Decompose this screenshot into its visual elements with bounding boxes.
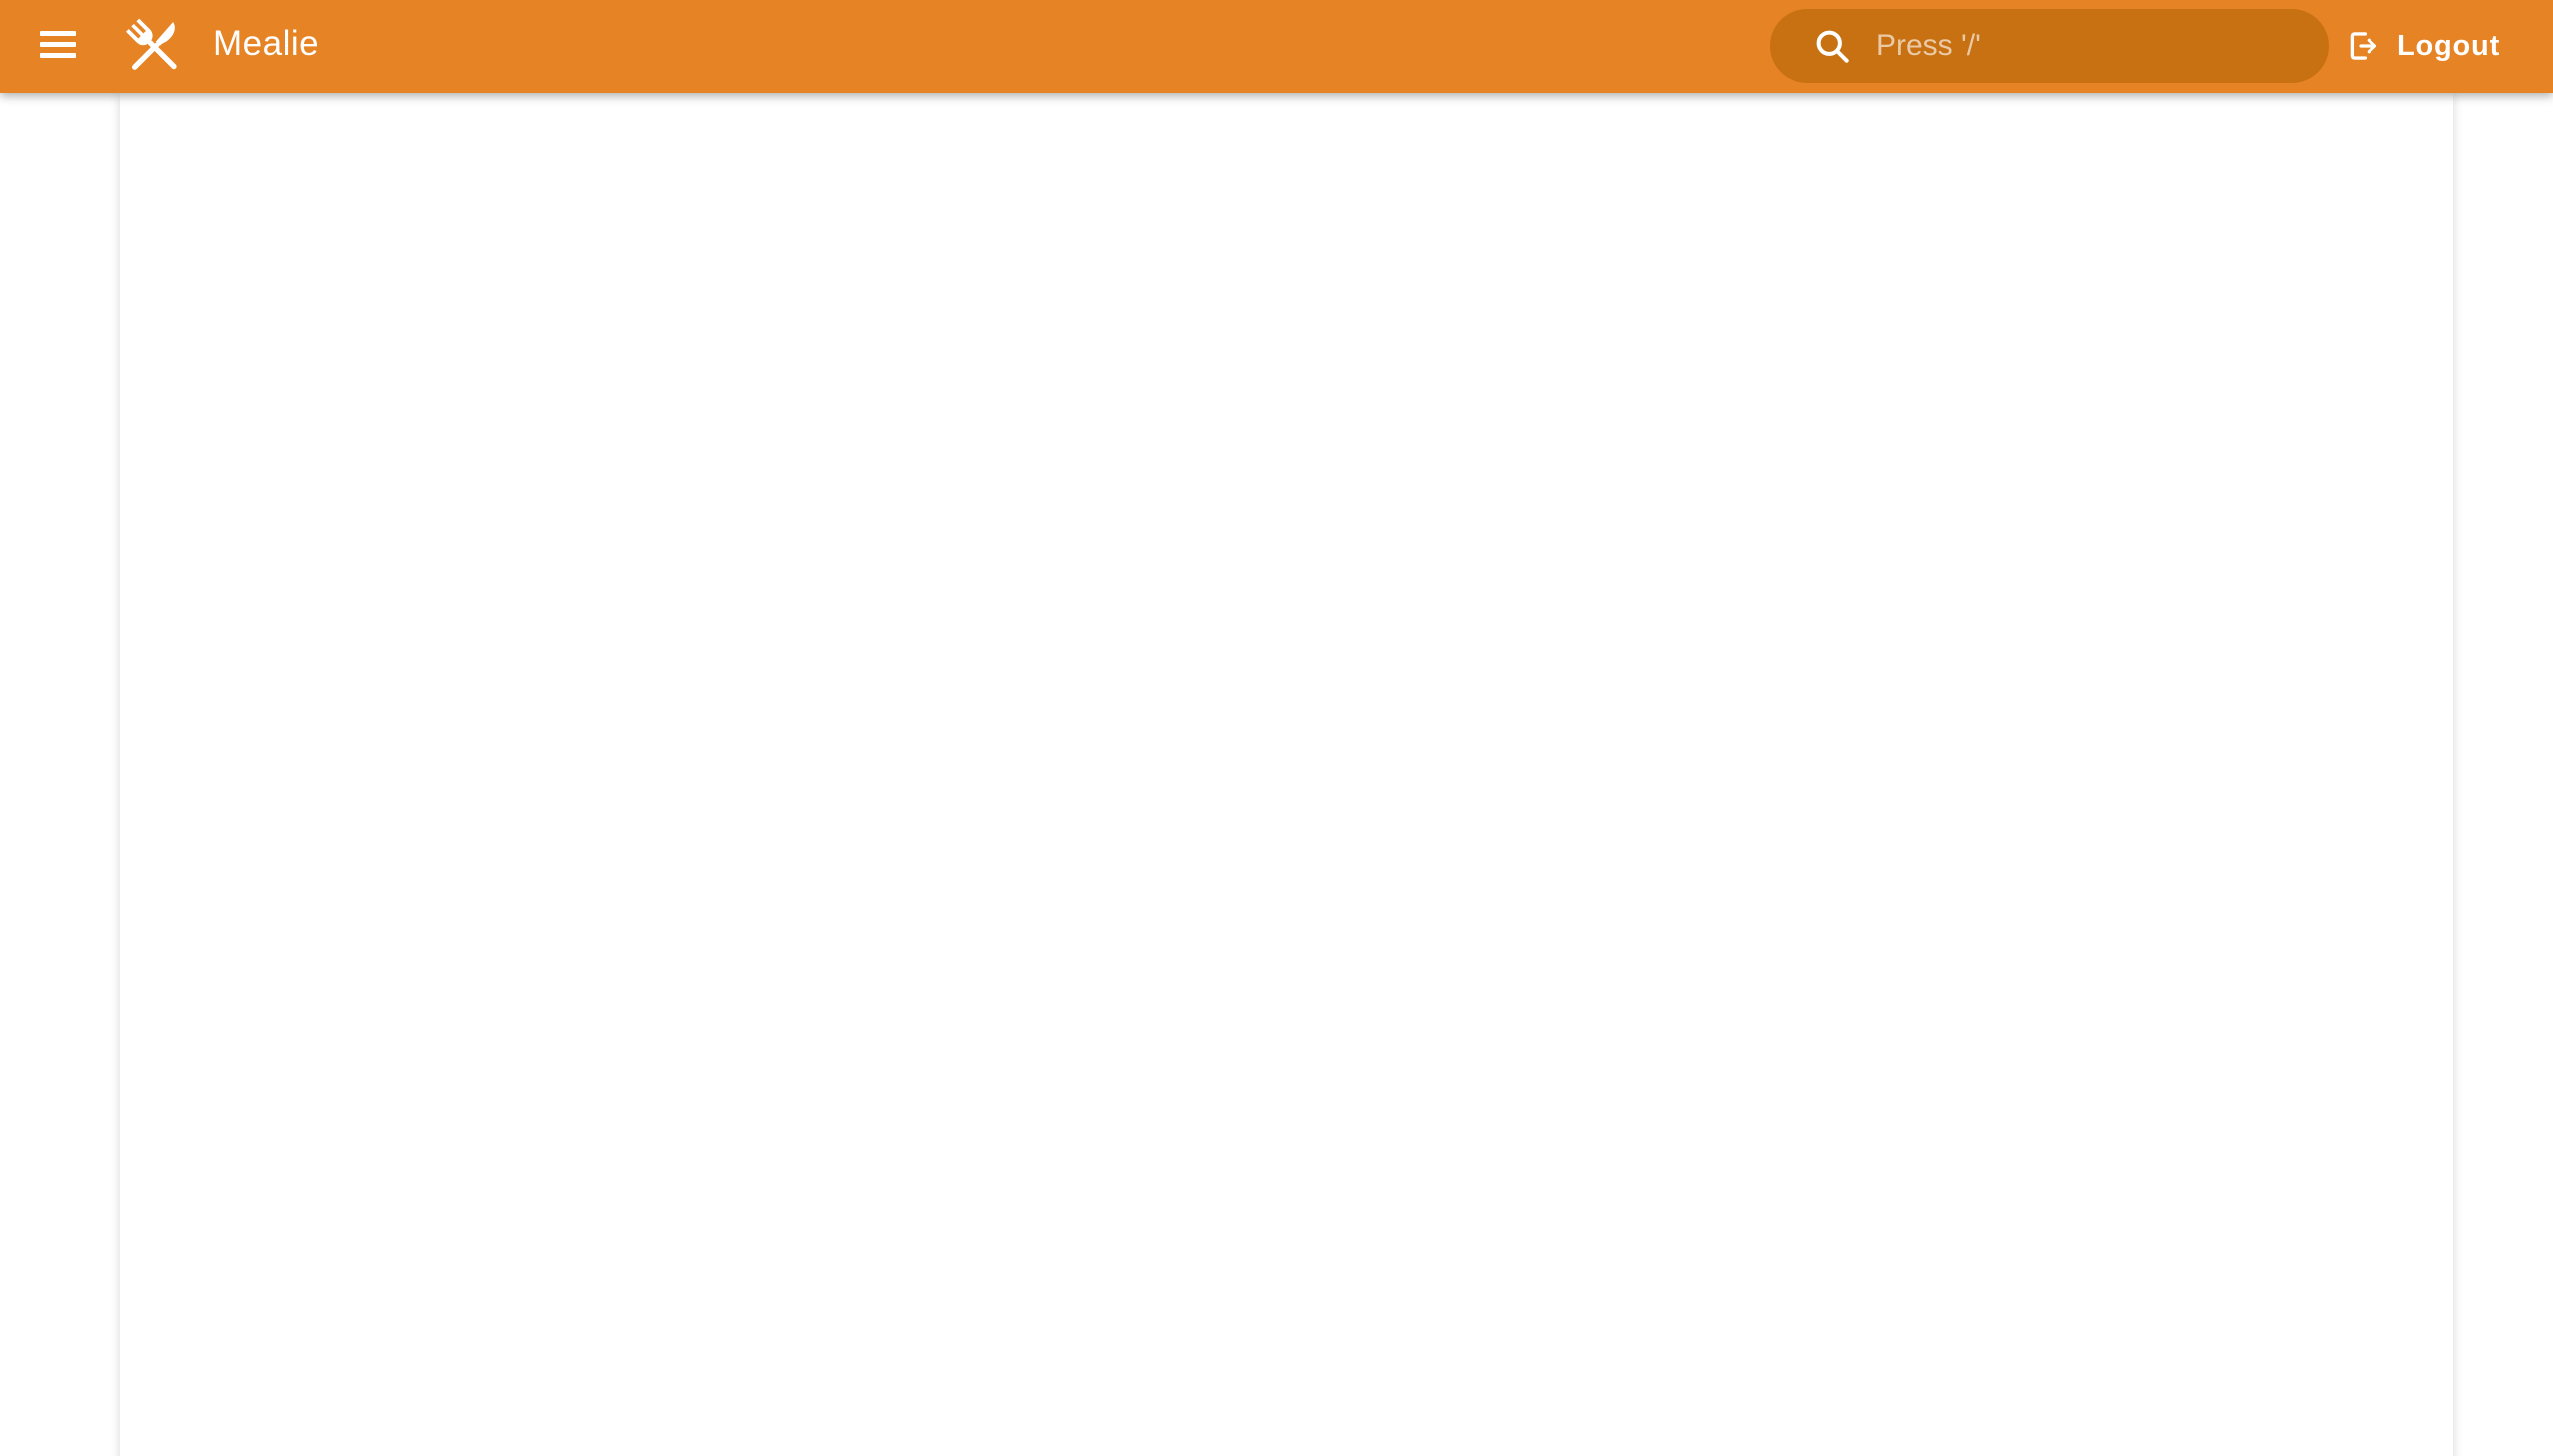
app-header: Mealie Logout [0, 0, 2553, 93]
app-title: Mealie [213, 24, 319, 64]
menu-button[interactable] [40, 31, 78, 63]
search-box[interactable] [1770, 9, 2329, 83]
mealie-logo-icon[interactable] [118, 8, 189, 86]
recipe-edit-card [120, 93, 2453, 1456]
mealie-recipe-editor: Mealie Logout Recipe Name Easy Chorizo S… [0, 0, 2553, 1456]
logout-icon [2344, 27, 2381, 65]
menu-icon [40, 31, 76, 36]
logout-label: Logout [2397, 30, 2500, 63]
logout-button[interactable]: Logout [2344, 22, 2500, 70]
search-input[interactable] [1874, 28, 2277, 64]
search-icon [1810, 24, 1854, 68]
